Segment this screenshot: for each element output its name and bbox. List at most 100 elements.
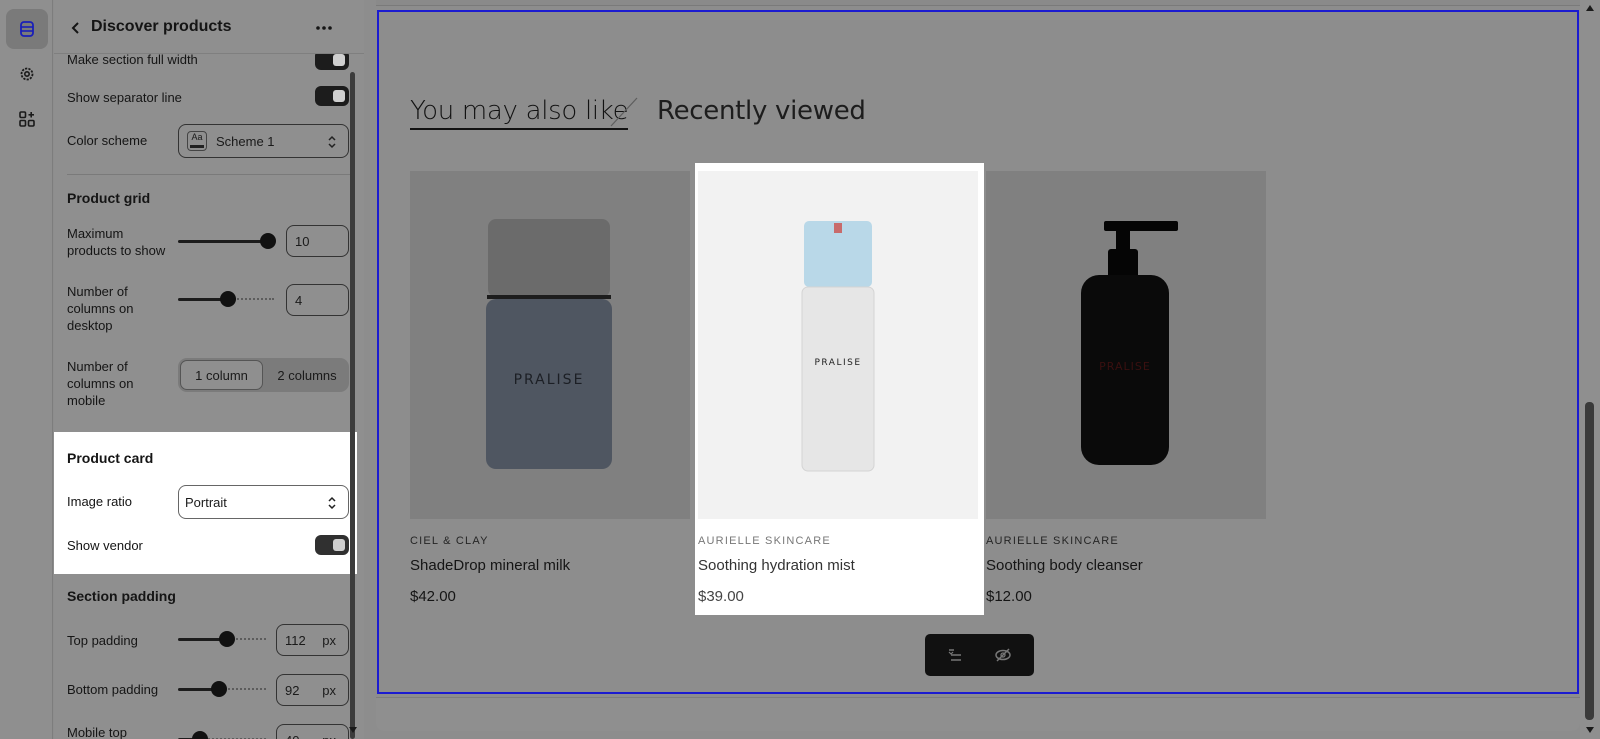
product-card-panel: Product card Image ratio Portrait Show v… (54, 432, 357, 574)
preview-topbar (376, 0, 1580, 6)
scrollbar-thumb[interactable] (1585, 402, 1594, 720)
mobile-top-slider[interactable] (178, 731, 268, 739)
select-chevron-icon (328, 135, 336, 149)
top-padding-unit: px (322, 633, 336, 648)
rail-apps-button[interactable] (6, 99, 48, 139)
bottom-padding-value: 92 (285, 682, 300, 698)
product-name[interactable]: ShadeDrop mineral milk (410, 557, 690, 574)
columns-mobile-segmented: 1 column 2 columns (178, 358, 349, 392)
slider-thumb[interactable] (219, 631, 235, 647)
product-name[interactable]: Soothing hydration mist (698, 557, 978, 574)
product-vendor: AURIELLE SKINCARE (698, 535, 831, 547)
product-image[interactable]: PRALISE (410, 171, 690, 519)
top-padding-input[interactable]: 112 px (276, 624, 349, 656)
chevron-left-icon[interactable] (66, 18, 86, 38)
top-padding-label: Top padding (67, 633, 138, 648)
max-products-slider[interactable] (178, 233, 276, 249)
swatch-bars (190, 145, 204, 148)
select-chevron-icon (328, 496, 336, 510)
preview-bottom-bar (376, 697, 1580, 731)
selected-section-frame[interactable]: You may also like Recently viewed PRALIS… (377, 10, 1579, 694)
floating-section-toolbar (925, 634, 1034, 676)
bottom-padding-input[interactable]: 92 px (276, 674, 349, 706)
max-products-input[interactable]: 10 (286, 225, 349, 257)
columns-desktop-input[interactable]: 4 (286, 284, 349, 316)
tab-separator (610, 97, 638, 127)
bottle-brand-label: PRALISE (814, 358, 861, 368)
image-ratio-select[interactable]: Portrait (178, 485, 349, 519)
bottom-padding-slider[interactable] (178, 681, 268, 697)
bottle-image: PRALISE (1081, 221, 1178, 465)
columns-desktop-slider[interactable] (178, 291, 276, 307)
color-scheme-swatch: Aa (187, 131, 207, 151)
color-scheme-select[interactable]: Aa Scheme 1 (178, 124, 349, 158)
mobile-top-input[interactable]: 40 px (276, 724, 349, 739)
slider-thumb[interactable] (220, 291, 236, 307)
sidebar-title: Discover products (91, 18, 232, 35)
scroll-down-icon[interactable] (1585, 726, 1595, 734)
show-vendor-label: Show vendor (67, 538, 143, 553)
product-image[interactable]: PRALISE (698, 171, 978, 519)
divider (67, 174, 350, 175)
rail-sections-button[interactable] (6, 9, 48, 49)
bottom-padding-unit: px (322, 683, 336, 698)
section-padding-title: Section padding (67, 588, 176, 604)
eye-off-icon[interactable] (994, 646, 1012, 664)
scroll-down-icon[interactable] (348, 726, 358, 734)
columns-mobile-label: Number of columns on mobile (67, 359, 134, 408)
mobile-top-label: Mobile top (67, 725, 127, 739)
slider-thumb[interactable] (260, 233, 276, 249)
tab-you-may-also-like[interactable]: You may also like (410, 96, 629, 130)
bottle-image: PRALISE (801, 221, 875, 472)
tab-recently-viewed[interactable]: Recently viewed (657, 96, 866, 126)
product-grid-title: Product grid (67, 190, 151, 206)
bottle-brand-label: PRALISE (514, 372, 585, 388)
product-card-title: Product card (67, 450, 154, 466)
scroll-up-icon[interactable] (1585, 4, 1595, 12)
columns-mobile-option-2[interactable]: 2 columns (266, 360, 348, 390)
color-scheme-label: Color scheme (67, 133, 148, 148)
color-scheme-badge: Aa (191, 132, 203, 142)
product-price: $39.00 (698, 588, 744, 605)
image-ratio-value: Portrait (185, 495, 227, 510)
columns-desktop-value: 4 (295, 292, 303, 308)
max-products-label: Maximum products to show (67, 226, 166, 258)
product-image[interactable]: PRALISE (986, 171, 1266, 519)
product-vendor: AURIELLE SKINCARE (986, 535, 1119, 547)
color-scheme-value: Scheme 1 (216, 134, 275, 149)
settings-sidebar: Discover products Make section full widt… (54, 0, 364, 739)
product-card[interactable]: PRALISE AURIELLE SKINCARE Soothing body … (986, 171, 1266, 605)
slider-thumb[interactable] (192, 731, 208, 739)
gear-icon (20, 67, 34, 81)
separator-toggle[interactable] (315, 86, 349, 106)
product-card[interactable]: PRALISE CIEL & CLAY ShadeDrop mineral mi… (410, 171, 690, 605)
separator-label: Show separator line (67, 90, 182, 105)
sidebar-header: Discover products (54, 0, 364, 54)
show-vendor-toggle[interactable] (315, 535, 349, 555)
bottom-padding-label: Bottom padding (67, 682, 159, 697)
product-name[interactable]: Soothing body cleanser (986, 557, 1266, 574)
image-ratio-label: Image ratio (67, 494, 133, 509)
rail-settings-button[interactable] (6, 54, 48, 94)
mobile-top-unit: px (322, 733, 336, 739)
columns-mobile-option-1[interactable]: 1 column (180, 360, 263, 390)
bottle-image: PRALISE (486, 219, 612, 469)
product-price: $42.00 (410, 588, 456, 605)
product-vendor: CIEL & CLAY (410, 535, 489, 547)
reorder-icon[interactable] (946, 646, 964, 664)
bottle-brand-label: PRALISE (1099, 360, 1151, 373)
columns-desktop-label: Number of columns on desktop (67, 284, 134, 333)
sidebar-scrollbar[interactable] (350, 72, 355, 739)
max-products-value: 10 (295, 233, 310, 249)
product-card[interactable]: PRALISE AURIELLE SKINCARE Soothing hydra… (698, 171, 978, 605)
apps-icon (19, 111, 35, 127)
left-rail (0, 0, 53, 739)
top-padding-value: 112 (285, 632, 306, 648)
preview-area: You may also like Recently viewed PRALIS… (376, 0, 1580, 733)
mobile-top-value: 40 (285, 733, 299, 739)
preview-scrollbar[interactable] (1580, 0, 1600, 739)
sections-icon (20, 21, 34, 37)
slider-thumb[interactable] (211, 681, 227, 697)
top-padding-slider[interactable] (178, 631, 268, 647)
more-icon[interactable] (312, 16, 336, 40)
